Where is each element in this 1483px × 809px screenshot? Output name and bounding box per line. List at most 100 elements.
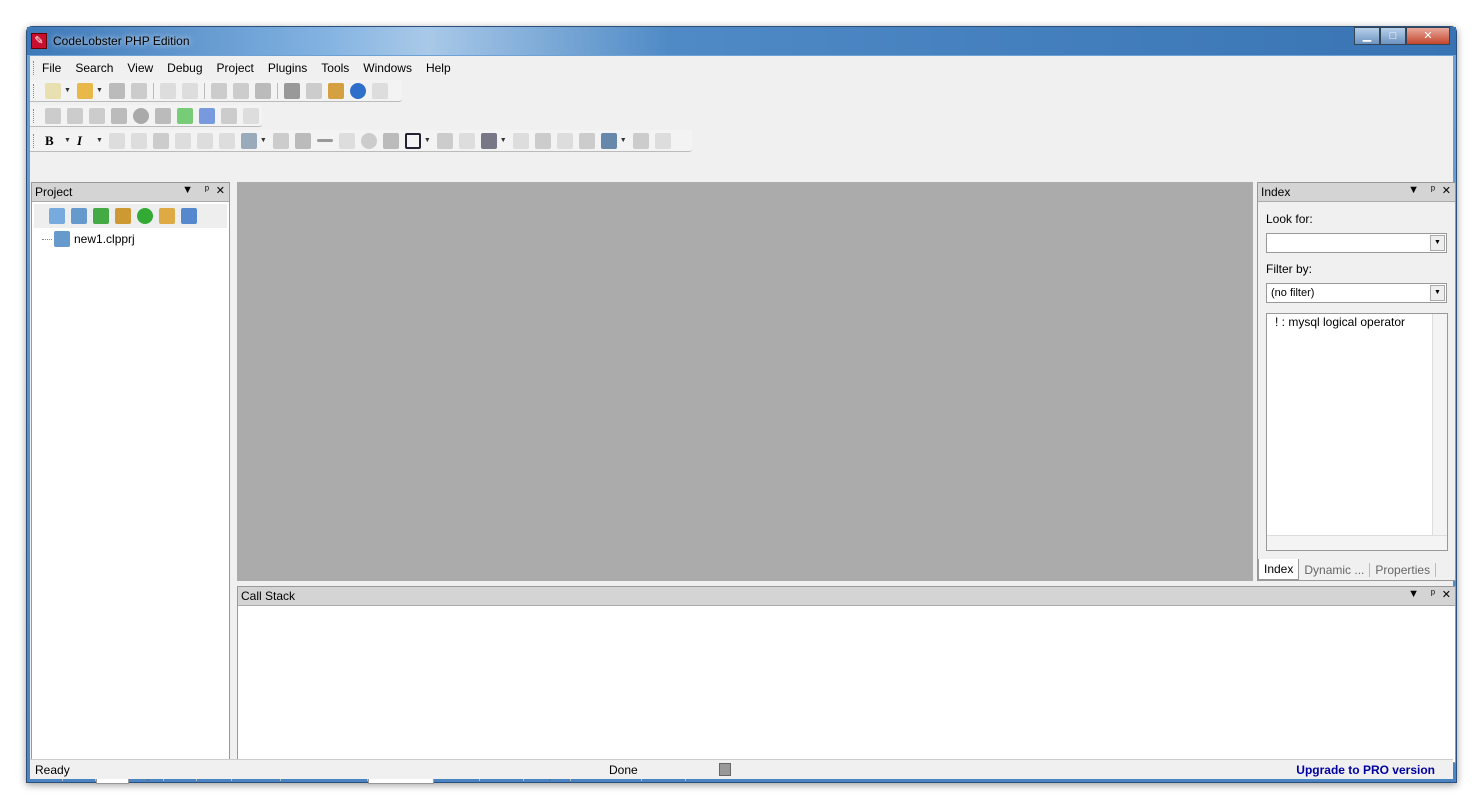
pre-icon[interactable] [458, 132, 475, 149]
script-icon[interactable] [534, 132, 551, 149]
form-icon[interactable] [578, 132, 595, 149]
panel-close-icon[interactable]: ✕ [1442, 588, 1451, 601]
tab-properties[interactable]: Properties [1370, 562, 1437, 577]
javascript-icon[interactable] [556, 132, 573, 149]
replace-icon[interactable] [305, 82, 322, 99]
tab-dynamic[interactable]: Dynamic ... [1299, 562, 1371, 577]
align-icon[interactable] [382, 132, 399, 149]
save-icon[interactable] [108, 82, 125, 99]
clear-breakpoints-icon[interactable] [155, 107, 171, 124]
menu-file[interactable]: File [42, 61, 61, 75]
pin-icon[interactable]: ᵖ [1431, 184, 1435, 196]
color-icon[interactable] [152, 132, 169, 149]
add-folder-icon[interactable] [159, 208, 175, 224]
stop-debug-icon[interactable] [243, 107, 259, 124]
box-icon[interactable] [404, 132, 421, 149]
progress-indicator [719, 763, 731, 776]
panel-menu-icon[interactable]: ▼ [182, 184, 193, 196]
menu-windows[interactable]: Windows [363, 61, 412, 75]
italic-icon[interactable]: I [77, 133, 93, 149]
refresh-icon[interactable] [93, 208, 109, 224]
app-window: ✎ CodeLobster PHP Edition ▁ □ ✕ File Sea… [26, 26, 1457, 784]
fullscreen-icon[interactable] [371, 82, 388, 99]
font-icon[interactable] [130, 132, 147, 149]
call-stack-title: Call Stack [241, 589, 296, 603]
open-project-icon[interactable] [71, 208, 87, 224]
menu-view[interactable]: View [127, 61, 153, 75]
find-in-files-icon[interactable] [327, 82, 344, 99]
maximize-button[interactable]: □ [1380, 27, 1406, 45]
menu-search[interactable]: Search [75, 61, 113, 75]
pin-icon[interactable]: ᵖ [205, 184, 209, 196]
look-for-combobox[interactable]: ▼ [1266, 233, 1447, 253]
step-into-icon[interactable] [89, 107, 105, 124]
index-list[interactable]: ! : mysql logical operator!= : mysql com… [1266, 313, 1448, 551]
step-icon[interactable] [67, 107, 83, 124]
call-stack-panel: Call Stack ▼ ᵖ ✕ [237, 586, 1456, 763]
center-icon[interactable] [436, 132, 453, 149]
pause-icon[interactable] [221, 107, 237, 124]
tree-item[interactable]: new1.clpprj [32, 230, 229, 248]
form-controls-icon[interactable] [600, 132, 617, 149]
paragraph-icon[interactable] [218, 132, 235, 149]
step-over-icon[interactable] [199, 107, 215, 124]
save-all-icon[interactable] [130, 82, 147, 99]
pin-icon[interactable]: ᵖ [1431, 588, 1435, 600]
heading-icon[interactable] [240, 132, 257, 149]
filter-by-select[interactable]: (no filter) ▼ [1266, 283, 1447, 303]
upload-icon[interactable] [137, 208, 153, 224]
panel-menu-icon[interactable]: ▼ [1408, 588, 1419, 600]
breakpoint-icon[interactable] [133, 107, 149, 124]
horizontal-rule-icon[interactable] [316, 139, 333, 142]
sync-icon[interactable] [181, 208, 197, 224]
stop-icon[interactable] [111, 107, 127, 124]
project-toolbar [34, 204, 227, 228]
find-icon[interactable] [283, 82, 300, 99]
underline-icon[interactable] [108, 132, 125, 149]
menu-tools[interactable]: Tools [321, 61, 349, 75]
editor-area[interactable] [237, 182, 1253, 581]
filter-by-label: Filter by: [1266, 262, 1313, 276]
vertical-scrollbar[interactable] [1432, 314, 1447, 536]
new-project-icon[interactable] [49, 208, 65, 224]
table-icon[interactable] [512, 132, 529, 149]
menu-plugins[interactable]: Plugins [268, 61, 307, 75]
panel-menu-icon[interactable]: ▼ [1408, 184, 1419, 196]
paste-icon[interactable] [254, 82, 271, 99]
cut-icon[interactable] [210, 82, 227, 99]
minimize-button[interactable]: ▁ [1354, 27, 1380, 45]
tree-item-label: new1.clpprj [74, 232, 135, 246]
comment-icon[interactable] [338, 132, 355, 149]
panel-close-icon[interactable]: ✕ [1442, 184, 1451, 197]
nbsp-icon[interactable] [174, 132, 191, 149]
tab-index[interactable]: Index [1258, 559, 1300, 580]
redo-icon[interactable] [181, 82, 198, 99]
horizontal-scrollbar[interactable] [1267, 535, 1447, 550]
menu-debug[interactable]: Debug [167, 61, 202, 75]
index-panel-tabs: Index Dynamic ... Properties [1258, 559, 1437, 580]
continue-icon[interactable] [177, 107, 193, 124]
upgrade-link[interactable]: Upgrade to PRO version [1296, 763, 1435, 777]
copy-icon[interactable] [232, 82, 249, 99]
undo-icon[interactable] [159, 82, 176, 99]
standard-toolbar: ▼ ▼ [30, 80, 402, 102]
new-file-icon[interactable] [45, 82, 61, 99]
menu-help[interactable]: Help [426, 61, 451, 75]
run-icon[interactable] [45, 107, 61, 124]
list-icon[interactable] [480, 132, 497, 149]
panel-close-icon[interactable]: ✕ [216, 184, 225, 197]
bold-icon[interactable]: B [45, 133, 61, 149]
open-folder-icon[interactable] [76, 82, 93, 99]
properties-icon[interactable] [115, 208, 131, 224]
link-icon[interactable] [294, 132, 311, 149]
frame-icon[interactable] [632, 132, 649, 149]
line-break-icon[interactable] [196, 132, 213, 149]
help-icon[interactable] [349, 82, 366, 99]
frameset-icon[interactable] [654, 132, 671, 149]
status-bar: Ready Done Upgrade to PRO version [30, 759, 1453, 779]
anchor-icon[interactable] [360, 132, 377, 149]
index-list-item[interactable]: ! : mysql logical operator [1271, 314, 1431, 330]
image-icon[interactable] [272, 132, 289, 149]
menu-project[interactable]: Project [217, 61, 254, 75]
close-button[interactable]: ✕ [1406, 27, 1450, 45]
